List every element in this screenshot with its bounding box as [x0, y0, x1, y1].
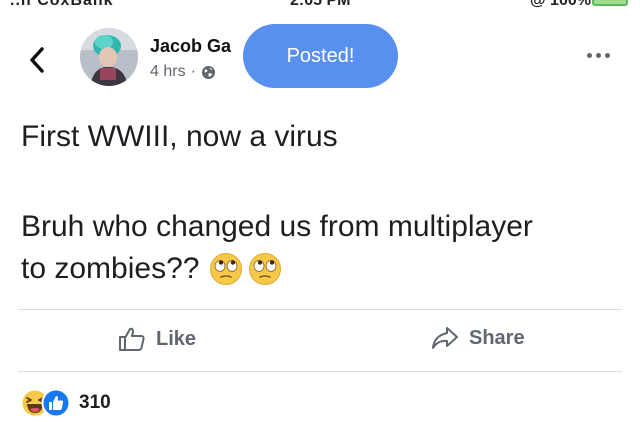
divider: [18, 371, 622, 372]
more-options-button[interactable]: [587, 53, 610, 58]
globe-icon: [201, 65, 215, 79]
like-button[interactable]: Like: [118, 326, 196, 352]
face-with-rolling-eyes-emoji: [249, 253, 282, 285]
reaction-count: 310: [79, 392, 111, 413]
share-button[interactable]: Share: [431, 326, 525, 350]
face-with-rolling-eyes-emoji: [210, 253, 243, 285]
avatar-photo: [80, 28, 138, 86]
battery-icon: [592, 0, 628, 6]
post-text-line: Bruh who changed us from multiplayer: [21, 210, 533, 243]
post-time[interactable]: 4 hrs: [150, 63, 186, 81]
meta-separator: ·: [190, 63, 196, 80]
status-time: 2:05 PM: [290, 0, 351, 9]
share-arrow-icon: [432, 327, 458, 349]
divider: [18, 309, 622, 310]
post-text-line: to zombies??: [21, 252, 200, 285]
post-text-line: First WWIII, now a virus: [21, 120, 338, 153]
more-dots-icon: [587, 53, 592, 58]
thumbs-up-icon: [119, 327, 145, 351]
reactions-summary[interactable]: 310: [20, 388, 111, 418]
like-label: Like: [156, 327, 197, 350]
share-label: Share: [469, 326, 525, 349]
post-meta: 4 hrs ·: [150, 63, 216, 81]
post-text-line-with-emoji: to zombies??: [21, 248, 282, 290]
carrier-label: ..ll CoxBank: [10, 0, 114, 9]
battery-label: @ 100%: [530, 0, 591, 9]
author-name[interactable]: Jacob Ga: [150, 36, 231, 57]
avatar[interactable]: [80, 28, 138, 86]
back-button[interactable]: [22, 42, 52, 78]
chevron-left-icon: [30, 47, 44, 73]
posted-toast: Posted!: [243, 24, 398, 88]
like-reaction-icon: [41, 388, 71, 418]
